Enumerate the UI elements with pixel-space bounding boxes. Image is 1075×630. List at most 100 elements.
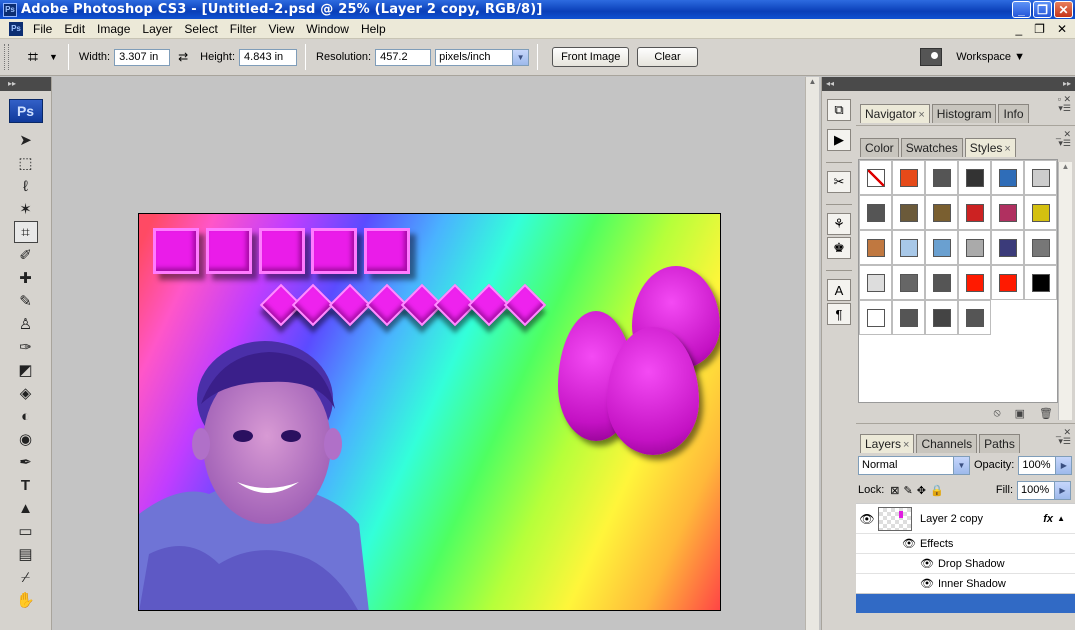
tab-swatches[interactable]: Swatches: [900, 138, 963, 157]
paragraph-panel-icon[interactable]: ¶: [827, 303, 851, 325]
lock-all-icon[interactable]: 🔒: [930, 484, 944, 497]
tab-color[interactable]: Color: [860, 138, 899, 157]
style-swatch[interactable]: [958, 265, 991, 300]
tab-histogram[interactable]: Histogram: [931, 104, 997, 123]
lasso-tool-icon[interactable]: ℓ: [14, 175, 38, 197]
style-swatch[interactable]: [925, 265, 958, 300]
style-swatch[interactable]: [958, 300, 991, 335]
style-swatch[interactable]: [925, 230, 958, 265]
menu-layer[interactable]: Layer: [136, 22, 178, 36]
styles-scrollbar[interactable]: ▲: [1058, 162, 1072, 420]
slice-tool-icon[interactable]: ✐: [14, 244, 38, 266]
style-swatch[interactable]: [991, 265, 1024, 300]
blend-mode-select[interactable]: Normal ▼: [858, 455, 970, 475]
crop-tool-preset-icon[interactable]: ⌗: [23, 47, 43, 68]
tab-info[interactable]: Info: [998, 104, 1029, 123]
rectangle-tool-icon[interactable]: ▭: [14, 520, 38, 542]
workspace-icon[interactable]: [920, 48, 943, 66]
blur-tool-icon[interactable]: ◐: [14, 405, 38, 427]
eraser-tool-icon[interactable]: ◩: [14, 359, 38, 381]
pen-tool-icon[interactable]: ✒: [14, 451, 38, 473]
width-input[interactable]: 3.307 in: [114, 48, 171, 66]
expand-effects-icon[interactable]: ▲: [1057, 514, 1065, 523]
opacity-input[interactable]: 100% ▶: [1018, 455, 1073, 475]
panels-expand[interactable]: ▸▸: [856, 77, 1075, 91]
effect-inner-shadow[interactable]: 👁 Inner Shadow: [856, 573, 1075, 593]
clear-button[interactable]: Clear: [637, 47, 698, 67]
height-input[interactable]: 4.843 in: [239, 48, 298, 66]
effects-row[interactable]: 👁 Effects: [856, 533, 1075, 553]
menu-window[interactable]: Window: [300, 22, 355, 36]
tab-channels[interactable]: Channels: [916, 434, 978, 453]
style-swatch[interactable]: [925, 195, 958, 230]
tab-styles[interactable]: Styles ×: [964, 138, 1016, 157]
panel-menu-icon[interactable]: _ ✕ ▾☰: [1056, 428, 1071, 446]
swap-dimensions-icon[interactable]: ⇄: [178, 50, 188, 64]
clear-style-icon[interactable]: ⦸: [993, 407, 1000, 420]
eye-icon[interactable]: 👁: [920, 577, 934, 590]
menu-file[interactable]: File: [27, 22, 58, 36]
menu-view[interactable]: View: [262, 22, 300, 36]
style-swatch[interactable]: [958, 230, 991, 265]
history-brush-tool-icon[interactable]: ✑: [14, 336, 38, 358]
lock-transparency-icon[interactable]: ⊠: [890, 484, 899, 497]
style-swatch[interactable]: [892, 300, 925, 335]
front-image-button[interactable]: Front Image: [552, 47, 630, 67]
delete-style-icon[interactable]: 🗑: [1039, 407, 1053, 420]
lock-position-icon[interactable]: ✥: [917, 484, 926, 497]
path-selection-tool-icon[interactable]: ▲: [14, 497, 38, 519]
tab-paths[interactable]: Paths: [979, 434, 1020, 453]
eye-icon[interactable]: 👁: [856, 512, 878, 526]
style-swatch[interactable]: [991, 160, 1024, 195]
style-swatch[interactable]: [958, 160, 991, 195]
workspace-menu[interactable]: Workspace ▼: [956, 51, 1025, 63]
new-style-icon[interactable]: ▣: [1015, 407, 1025, 420]
panel-menu-icon[interactable]: ▫ ✕ ▾☰: [1058, 95, 1071, 113]
layer-effects-icon[interactable]: fx: [1043, 513, 1053, 525]
style-swatch[interactable]: [991, 230, 1024, 265]
style-swatch[interactable]: [925, 160, 958, 195]
style-swatch[interactable]: [892, 195, 925, 230]
lock-pixels-icon[interactable]: ✎: [904, 484, 913, 497]
brush-tool-icon[interactable]: ✎: [14, 290, 38, 312]
dock-collapse[interactable]: ◂◂: [822, 77, 856, 91]
eyedropper-tool-icon[interactable]: ⌿: [14, 566, 38, 588]
style-swatch[interactable]: [1024, 230, 1057, 265]
actions-panel-icon[interactable]: ▶: [827, 129, 851, 151]
style-swatch[interactable]: [892, 230, 925, 265]
style-swatch[interactable]: [859, 195, 892, 230]
scroll-up-icon[interactable]: ▲: [806, 77, 819, 91]
character-panel-icon[interactable]: A: [827, 279, 851, 301]
clone-source-icon[interactable]: ♚: [827, 237, 851, 259]
doc-minimize-icon[interactable]: _: [1015, 22, 1022, 36]
toolbox-collapse[interactable]: ▸▸: [0, 77, 51, 91]
style-swatch[interactable]: [1024, 265, 1057, 300]
menu-help[interactable]: Help: [355, 22, 392, 36]
move-tool-icon[interactable]: ➤: [14, 129, 38, 151]
restore-button[interactable]: ❐: [1033, 1, 1052, 18]
document-workspace[interactable]: [53, 77, 820, 630]
panel-menu-icon[interactable]: _ ✕ ▾☰: [1056, 130, 1071, 148]
tool-presets-icon[interactable]: ✂: [827, 171, 851, 193]
options-grip[interactable]: [4, 44, 9, 70]
layer-row[interactable]: 👁 Layer 2 copy fx ▲: [856, 503, 1075, 533]
style-swatch[interactable]: [859, 230, 892, 265]
menu-edit[interactable]: Edit: [58, 22, 91, 36]
tab-navigator[interactable]: Navigator ×: [860, 104, 930, 123]
style-swatch[interactable]: [1024, 160, 1057, 195]
style-swatch[interactable]: [859, 160, 892, 195]
clone-stamp-tool-icon[interactable]: ♙: [14, 313, 38, 335]
document-icon[interactable]: Ps: [9, 21, 23, 36]
style-swatch[interactable]: [892, 160, 925, 195]
style-swatch[interactable]: [1024, 195, 1057, 230]
type-tool-icon[interactable]: T: [14, 474, 38, 496]
magic-wand-tool-icon[interactable]: ✶: [14, 198, 38, 220]
close-tab-icon[interactable]: ×: [918, 109, 924, 121]
fill-input[interactable]: 100% ▶: [1017, 480, 1071, 500]
layer-name[interactable]: Layer 2 copy: [920, 513, 983, 525]
history-panel-icon[interactable]: ⧉: [827, 99, 851, 121]
crop-tool-icon[interactable]: ⌗: [13, 221, 38, 243]
doc-restore-icon[interactable]: ❐: [1034, 22, 1045, 36]
resolution-input[interactable]: 457.2: [375, 48, 432, 66]
resolution-unit-select[interactable]: pixels/inch ▼: [435, 48, 530, 66]
